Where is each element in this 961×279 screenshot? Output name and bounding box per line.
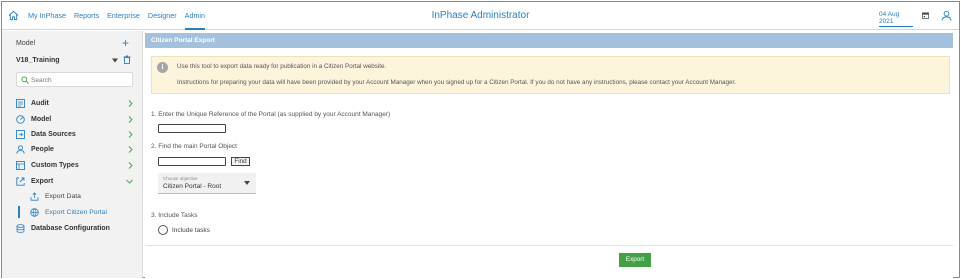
sidebar-subitem-label: Export Citizen Portal [45,209,107,216]
panel-header: Citizen Portal Export [145,33,953,48]
nav-reports[interactable]: Reports [74,2,99,30]
sidebar-item-people[interactable]: People [16,142,133,156]
nav-designer[interactable]: Designer [148,2,177,30]
nav-enterprise[interactable]: Enterprise [107,2,140,30]
step1-label: 1. Enter the Unique Reference of the Por… [151,111,391,118]
chevron-right-icon [128,115,133,123]
select-caption: Choose objective [163,176,198,181]
sidebar: Model + V18_Training Audit [2,31,143,278]
nav-my-inphase[interactable]: My InPhase [28,2,66,30]
include-tasks-label: Include tasks [172,227,210,234]
trash-icon[interactable] [123,55,131,64]
panel-title: Citizen Portal Export [151,37,215,44]
include-tasks-radio[interactable] [158,225,168,235]
sidebar-item-label: Model [31,115,52,123]
chevron-down-icon [126,179,133,184]
app-window: My InPhase Reports Enterprise Designer A… [1,1,960,279]
model-name[interactable]: V18_Training [16,57,60,64]
database-icon [16,223,25,233]
sidebar-item-label: Database Configuration [31,224,110,232]
sidebar-item-label: Data Sources [31,130,76,138]
export-data-icon [30,192,39,201]
search-box[interactable] [16,72,133,87]
export-icon [16,177,25,186]
sidebar-item-custom-types[interactable]: Custom Types [16,158,133,172]
search-input[interactable] [31,75,129,85]
sidebar-item-export[interactable]: Export [16,174,133,188]
objective-select[interactable]: Choose objective Citizen Portal - Root [158,173,256,194]
top-navigation-bar: My InPhase Reports Enterprise Designer A… [2,2,959,30]
user-icon[interactable] [941,10,952,21]
data-sources-icon [16,129,25,139]
chevron-right-icon [128,145,133,153]
chevron-right-icon [128,99,133,107]
model-label: Model [16,40,36,47]
info-box: i Use this tool to export data ready for… [151,56,950,94]
sidebar-item-audit[interactable]: Audit [16,96,133,110]
info-text-line2: Instructions for preparing your data wil… [177,79,736,86]
add-model-icon[interactable]: + [122,37,129,49]
citizen-portal-icon [30,208,39,217]
search-icon [21,76,29,84]
sidebar-item-data-sources[interactable]: Data Sources [16,127,133,141]
export-button[interactable]: Export [619,253,651,267]
sidebar-subitem-export-citizen-portal[interactable]: Export Citizen Portal [30,206,107,219]
divider [145,245,953,246]
calendar-icon[interactable] [922,12,929,19]
sidebar-item-label: People [31,145,54,153]
chevron-down-icon [244,181,250,185]
sidebar-item-label: Export [31,177,54,185]
chevron-right-icon [128,161,133,169]
sidebar-item-model[interactable]: Model [16,112,133,126]
chevron-right-icon [128,130,133,138]
info-icon: i [157,62,168,73]
main-panel: Citizen Portal Export i Use this tool to… [145,33,953,279]
people-icon [16,144,25,154]
portal-reference-input[interactable] [158,124,226,133]
custom-types-icon [16,160,25,170]
sidebar-subitem-export-data[interactable]: Export Data [30,190,81,203]
audit-icon [16,98,25,108]
info-text-line1: Use this tool to export data ready for p… [177,63,387,70]
step2-label: 2. Find the main Portal Object [151,143,237,150]
sidebar-item-label: Audit [31,99,49,107]
sidebar-item-database-configuration[interactable]: Database Configuration [16,221,133,235]
nav-admin[interactable]: Admin [184,2,206,30]
sidebar-item-label: Custom Types [31,161,79,169]
main-nav: My InPhase Reports Enterprise Designer A… [28,2,213,30]
active-indicator [18,206,20,218]
sidebar-subitem-label: Export Data [45,193,81,200]
step3-label: 3. Include Tasks [151,212,198,219]
home-icon[interactable] [8,10,19,21]
model-icon [16,114,25,124]
model-dropdown-icon[interactable] [112,58,118,63]
portal-object-input[interactable] [158,157,226,166]
date-field[interactable]: 04 Aug 2021 [879,11,913,27]
find-button[interactable]: Find [231,157,250,166]
select-value: Citizen Portal - Root [163,183,222,190]
